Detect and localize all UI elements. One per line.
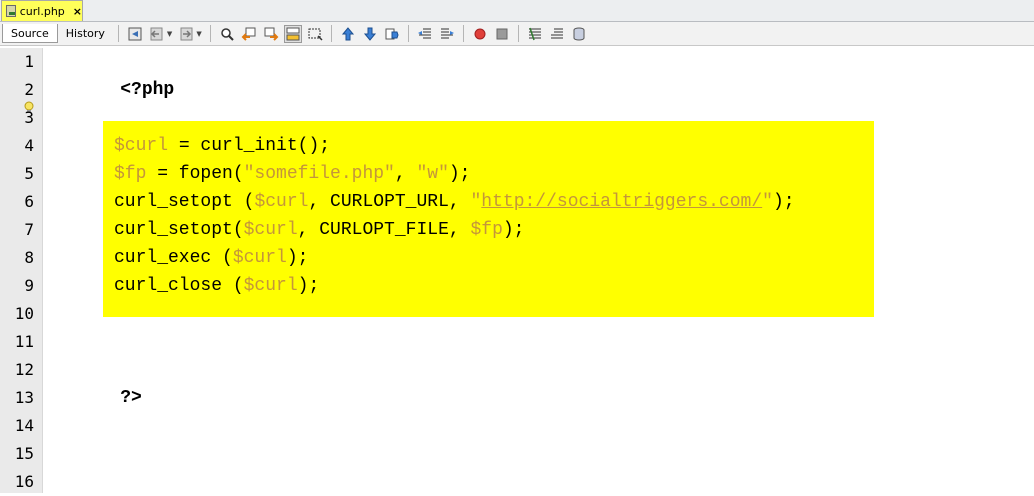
find-previous-icon[interactable] (240, 25, 258, 43)
variable: $curl (243, 220, 298, 240)
forward-dropdown-icon[interactable]: ▼ (196, 30, 201, 38)
code-line-8: curl_exec ($curl); (114, 244, 308, 272)
line-number-gutter: 1 2 3 4 5 6 7 8 9 10 11 12 13 14 15 16 (0, 48, 43, 493)
code-line-6: curl_setopt ($curl, CURLOPT_URL, "http:/… (114, 188, 795, 216)
separator (209, 25, 211, 42)
line-number: 12 (14, 360, 34, 379)
code-line-5: $fp = fopen("somefile.php", "w"); (114, 160, 470, 188)
tab-label: curl.php (19, 4, 65, 18)
line-number: 13 (14, 388, 34, 407)
database-icon[interactable] (570, 25, 588, 43)
variable: $curl (243, 276, 298, 296)
separator (330, 25, 332, 42)
code-text: ); (448, 164, 471, 184)
start-macro-icon[interactable] (471, 25, 489, 43)
line-number: 2 (24, 80, 34, 99)
toggle-highlight-icon[interactable] (283, 24, 302, 43)
toggle-rect-select-icon[interactable] (306, 25, 324, 43)
close-tab-icon[interactable]: × (73, 5, 82, 18)
code-text: ); (286, 248, 309, 268)
uncomment-icon[interactable] (548, 25, 566, 43)
line-number: 7 (24, 220, 34, 239)
line-number: 11 (14, 332, 34, 351)
variable: $curl (114, 136, 169, 156)
separator (517, 25, 519, 42)
shift-left-icon[interactable] (416, 25, 434, 43)
url-link[interactable]: http://socialtriggers.com/ (481, 192, 762, 212)
line-number: 15 (14, 444, 34, 463)
string-quote: " (470, 192, 482, 212)
back-icon[interactable] (148, 25, 166, 43)
code-text: ); (772, 192, 795, 212)
variable: $fp (114, 164, 147, 184)
shift-right-icon[interactable] (438, 25, 456, 43)
code-line-4: $curl = curl_init(); (114, 132, 330, 160)
separator (407, 25, 409, 42)
variable: $curl (232, 248, 287, 268)
source-tab[interactable]: Source (2, 24, 58, 43)
find-next-icon[interactable] (262, 25, 280, 43)
code-text: , CURLOPT_URL, (308, 192, 471, 212)
separator (462, 25, 464, 42)
previous-bookmark-icon[interactable] (339, 25, 357, 43)
editor-toolbar: Source History ▼ ▼ (0, 22, 1034, 46)
line-number: 10 (14, 304, 34, 323)
code-text: = fopen( (146, 164, 244, 184)
line-number: 5 (24, 164, 34, 183)
line-number: 1 (24, 52, 34, 71)
string-quote: " (762, 192, 773, 212)
back-dropdown-icon[interactable]: ▼ (167, 30, 172, 38)
code-text: , (394, 164, 417, 184)
find-icon[interactable] (218, 25, 236, 43)
line-number: 14 (14, 416, 34, 435)
line-number: 8 (24, 248, 34, 267)
code-line-9: curl_close ($curl); (114, 272, 319, 300)
line-number: 9 (24, 276, 34, 295)
code-text: ); (502, 220, 525, 240)
toggle-bookmark-icon[interactable] (383, 25, 401, 43)
forward-icon[interactable] (177, 25, 195, 43)
string-literal: "somefile.php" (243, 164, 395, 184)
line-number: 3 (24, 108, 34, 127)
last-edit-icon[interactable] (126, 25, 144, 43)
tab-curl-php[interactable]: curl.php × (1, 0, 83, 21)
code-text: curl_setopt( (114, 220, 244, 240)
code-text: = curl_init(); (168, 136, 331, 156)
code-line-12: ?> (77, 356, 142, 408)
php-close-tag: ?> (120, 388, 142, 408)
line-number: 4 (24, 136, 34, 155)
line-number: 6 (24, 192, 34, 211)
string-literal: "w" (416, 164, 449, 184)
variable: $fp (470, 220, 503, 240)
code-editor[interactable]: <?php $curl = curl_init(); $fp = fopen("… (43, 48, 1034, 493)
next-bookmark-icon[interactable] (361, 25, 379, 43)
php-open-tag: <?php (120, 80, 175, 100)
comment-icon[interactable] (526, 25, 544, 43)
code-text: curl_exec ( (114, 248, 233, 268)
php-file-icon (6, 5, 16, 17)
code-text: ); (297, 276, 320, 296)
code-line-7: curl_setopt($curl, CURLOPT_FILE, $fp); (114, 216, 524, 244)
code-text: curl_close ( (114, 276, 244, 296)
variable: $curl (254, 192, 309, 212)
separator (117, 25, 119, 42)
line-number: 16 (14, 472, 34, 491)
stop-macro-icon[interactable] (493, 25, 511, 43)
history-tab[interactable]: History (58, 24, 113, 43)
code-text: , CURLOPT_FILE, (297, 220, 471, 240)
code-text: curl_setopt ( (114, 192, 255, 212)
editor-tab-strip: curl.php × (0, 0, 1034, 22)
code-line-1: <?php (77, 48, 174, 100)
